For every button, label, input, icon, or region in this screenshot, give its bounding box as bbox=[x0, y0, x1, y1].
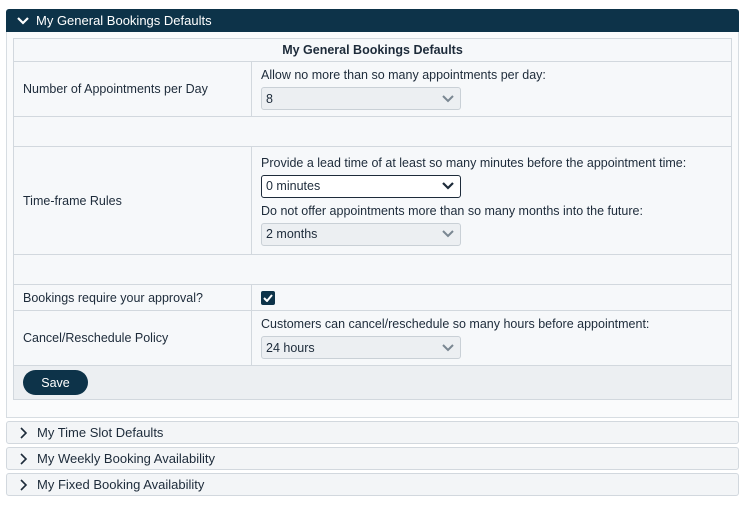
checkmark-icon bbox=[263, 293, 273, 302]
save-button[interactable]: Save bbox=[23, 370, 88, 395]
accordion-fixed-booking-availability[interactable]: My Fixed Booking Availability bbox=[6, 473, 739, 496]
general-bookings-panel-header[interactable]: My General Bookings Defaults bbox=[6, 9, 739, 32]
approval-label: Bookings require your approval? bbox=[13, 284, 252, 311]
cancel-policy-prompt: Customers can cancel/reschedule so many … bbox=[261, 317, 650, 331]
chevron-down-icon bbox=[442, 230, 454, 238]
accordion-weekly-booking-availability[interactable]: My Weekly Booking Availability bbox=[6, 447, 739, 470]
future-prompt: Do not offer appointments more than so m… bbox=[261, 203, 643, 218]
lead-time-select-value: 0 minutes bbox=[266, 179, 321, 193]
chevron-down-icon bbox=[442, 343, 454, 352]
accordion-time-slot-defaults[interactable]: My Time Slot Defaults bbox=[6, 421, 739, 444]
future-months-select-value: 2 months bbox=[266, 227, 318, 241]
accordion-label: My Time Slot Defaults bbox=[37, 425, 164, 440]
lead-time-select[interactable]: 0 minutes bbox=[261, 174, 461, 198]
timeframe-label: Time-frame Rules bbox=[13, 146, 252, 255]
panel-title: My General Bookings Defaults bbox=[36, 13, 212, 28]
appointments-select-value: 8 bbox=[266, 91, 273, 106]
approval-cell bbox=[251, 284, 732, 311]
appointments-select[interactable]: 8 bbox=[261, 87, 461, 110]
chevron-right-icon bbox=[17, 478, 31, 492]
lead-time-prompt: Provide a lead time of at least so many … bbox=[261, 155, 687, 170]
chevron-right-icon bbox=[17, 426, 31, 440]
accordion-label: My Weekly Booking Availability bbox=[37, 451, 215, 466]
bookings-defaults-table: My General Bookings Defaults Number of A… bbox=[13, 38, 732, 400]
cancel-hours-select-value: 24 hours bbox=[266, 340, 315, 355]
appointments-label: Number of Appointments per Day bbox=[13, 61, 252, 117]
spacer-row bbox=[13, 116, 732, 147]
chevron-down-icon bbox=[442, 94, 454, 103]
accordion-label: My Fixed Booking Availability bbox=[37, 477, 205, 492]
table-title: My General Bookings Defaults bbox=[13, 38, 732, 62]
appointments-prompt: Allow no more than so many appointments … bbox=[261, 68, 546, 82]
chevron-down-icon bbox=[16, 14, 30, 28]
approval-checkbox[interactable] bbox=[261, 290, 275, 305]
appointments-cell: Allow no more than so many appointments … bbox=[251, 61, 732, 117]
future-months-select[interactable]: 2 months bbox=[261, 222, 461, 246]
timeframe-cell: Provide a lead time of at least so many … bbox=[251, 146, 732, 255]
chevron-right-icon bbox=[17, 452, 31, 466]
cancel-policy-cell: Customers can cancel/reschedule so many … bbox=[251, 310, 732, 366]
cancel-hours-select[interactable]: 24 hours bbox=[261, 336, 461, 359]
chevron-down-icon bbox=[442, 182, 454, 190]
spacer-row bbox=[13, 254, 732, 285]
save-row: Save bbox=[13, 365, 732, 400]
cancel-policy-label: Cancel/Reschedule Policy bbox=[13, 310, 252, 366]
